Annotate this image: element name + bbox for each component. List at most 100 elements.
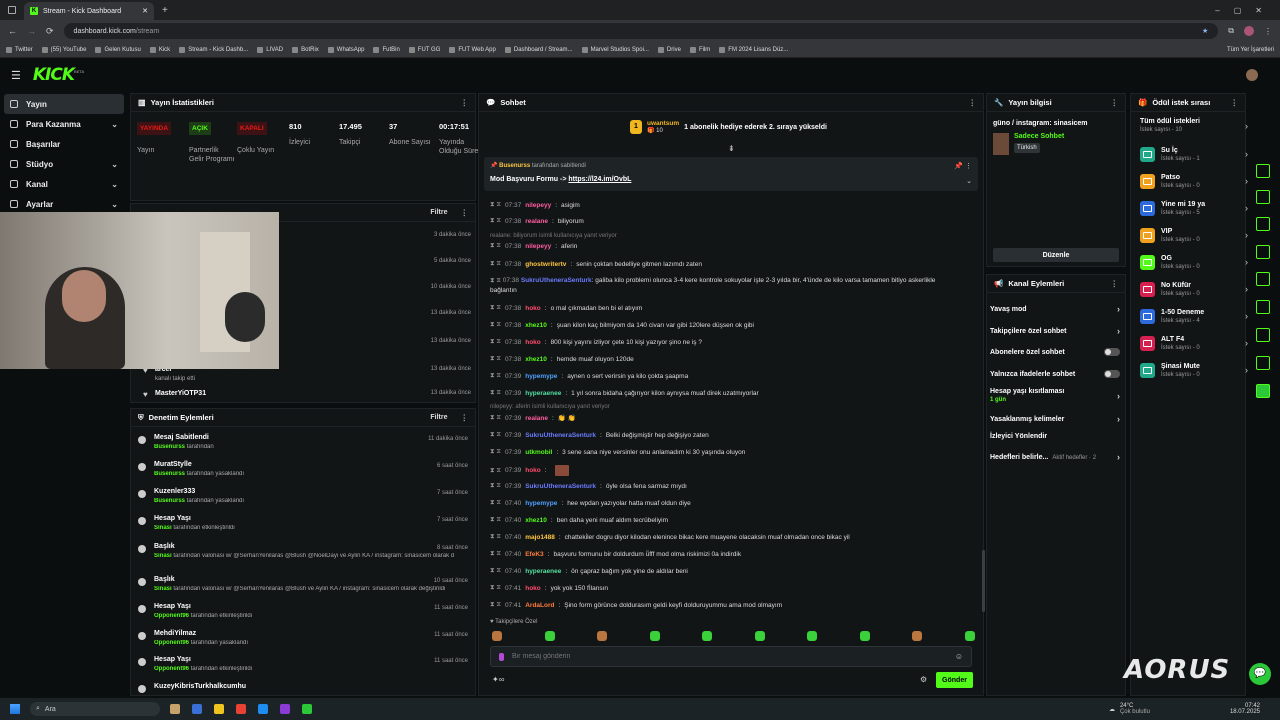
chat-menu-icon[interactable]: ⋮ <box>969 98 977 107</box>
message-username[interactable]: xhez10 <box>525 517 547 524</box>
mod-action-icons[interactable]: ⧗ ⧖ <box>490 533 501 541</box>
channel-action-item[interactable]: Yasaklanmış kelimeler › <box>990 414 1120 424</box>
mod-action-icons[interactable]: ⧗ ⧖ <box>490 584 501 592</box>
taskbar-app-icon[interactable] <box>302 704 312 714</box>
sidebar-item[interactable]: Kanal ⌄ <box>0 174 128 194</box>
taskbar-search[interactable]: ⌕ Ara <box>30 702 160 716</box>
mod-event-user[interactable]: Sinasi <box>154 525 172 531</box>
toolbar-tool-icon[interactable] <box>1256 356 1270 370</box>
mod-event-user[interactable]: Sinasi <box>154 586 172 592</box>
bookmark-item[interactable]: FM 2024 Lisans Düz... <box>719 46 788 53</box>
taskbar-app-icon[interactable] <box>192 704 202 714</box>
mod-event-user[interactable]: Busenurss <box>154 498 185 504</box>
channel-action-item[interactable]: Hesap yaşı kısıtlaması 1 gün › <box>990 388 1120 403</box>
sidebar-item[interactable]: Stüdyo ⌄ <box>0 154 128 174</box>
chat-settings-icon[interactable]: ⚙ <box>920 675 927 684</box>
bookmark-item[interactable]: FUT Web App <box>449 46 496 53</box>
taskbar-app-icon[interactable] <box>236 704 246 714</box>
toolbar-tool-icon[interactable] <box>1256 164 1270 178</box>
profile-avatar[interactable] <box>1244 26 1254 36</box>
mod-action-icons[interactable]: ⧗ ⧖ <box>490 201 501 209</box>
toolbar-tool-icon[interactable] <box>1256 300 1270 314</box>
reward-item[interactable]: OG İstek sayısı - 0 › <box>1140 250 1248 274</box>
emote-button[interactable] <box>492 631 502 641</box>
activity-menu-icon[interactable]: ⋮ <box>461 208 469 217</box>
message-username[interactable]: SukruUtheneraSenturk <box>521 277 592 284</box>
pinned-link[interactable]: https://l24.im/OvbL <box>568 176 631 183</box>
windows-start-icon[interactable] <box>10 704 20 714</box>
send-button[interactable]: Gönder <box>936 672 973 688</box>
bookmark-item[interactable]: Drive <box>657 46 681 53</box>
expand-pinned-icon[interactable]: ⌄ <box>966 177 972 185</box>
bookmark-item[interactable]: BotRix <box>292 46 319 53</box>
clock[interactable]: 07:42 18.07.2025 <box>1230 703 1260 715</box>
tab-search-icon[interactable] <box>8 6 16 14</box>
toolbar-tool-icon[interactable] <box>1256 217 1270 231</box>
message-username[interactable]: SukruUtheneraSenturk <box>525 432 596 439</box>
message-username[interactable]: hyperaenee <box>525 568 561 575</box>
mod-action-icons[interactable]: ⧗ ⧖ <box>490 217 501 225</box>
bookmark-item[interactable]: Kick <box>149 46 170 53</box>
message-username[interactable]: SukruUtheneraSenturk <box>525 483 596 490</box>
mod-action-icons[interactable]: ⧗ ⧖ <box>490 431 501 439</box>
toolbar-tool-icon[interactable] <box>1256 384 1270 398</box>
bookmark-item[interactable]: FutBin <box>373 46 400 53</box>
reward-item[interactable]: ALT F4 İstek sayısı - 0 › <box>1140 331 1248 355</box>
mod-action-icons[interactable]: ⧗ ⧖ <box>490 372 501 380</box>
message-username[interactable]: utkmobil <box>525 449 552 456</box>
mic-icon[interactable] <box>499 652 504 661</box>
taskbar-app-icon[interactable] <box>170 704 180 714</box>
taskbar-app-icon[interactable] <box>258 704 268 714</box>
message-username[interactable]: ghostwritertv <box>525 261 566 268</box>
mod-event-user[interactable]: Opponent96 <box>154 640 189 646</box>
mod-action-icons[interactable]: ⧗ ⧖ <box>490 260 501 268</box>
mod-event-user[interactable]: Busenurss <box>154 471 185 477</box>
window-controls[interactable]: –▢✕ <box>1215 6 1280 15</box>
emote-button[interactable] <box>754 631 765 641</box>
bookmark-item[interactable]: (55) YouTube <box>41 46 86 53</box>
message-username[interactable]: hoko <box>525 305 541 312</box>
mod-action-icons[interactable]: ⧗ ⧖ <box>490 242 501 250</box>
back-icon[interactable]: ← <box>8 26 17 36</box>
mod-action-icons[interactable]: ⧗ ⧖ <box>490 467 501 475</box>
mod-action-icons[interactable]: ⧗ ⧖ <box>490 338 501 346</box>
mod-menu-icon[interactable]: ⋮ <box>461 413 469 422</box>
channel-action-item[interactable]: Yalnızca ifadelerle sohbet <box>990 370 1120 378</box>
sidebar-item[interactable]: Ayarlar ⌄ <box>0 194 128 214</box>
channel-action-item[interactable]: Yavaş mod › <box>990 304 1120 314</box>
browser-menu-icon[interactable]: ⋮ <box>1264 27 1272 36</box>
emote-button[interactable] <box>597 631 607 641</box>
taskbar-app-icon[interactable] <box>214 704 224 714</box>
bookmark-item[interactable]: Film <box>689 46 710 53</box>
toolbar-tool-icon[interactable] <box>1256 190 1270 204</box>
message-username[interactable]: realane <box>525 218 548 225</box>
message-username[interactable]: ArdaLord <box>525 602 554 609</box>
bookmark-item[interactable]: Stream - Kick Dashb... <box>179 46 248 53</box>
toolbar-tool-icon[interactable] <box>1256 272 1270 286</box>
mod-event-user[interactable]: Busenurss <box>154 444 185 450</box>
emote-button[interactable] <box>964 631 975 641</box>
bookmark-item[interactable]: WhatsApp <box>327 46 364 53</box>
sidebar-item[interactable]: Başarılar <box>0 134 128 154</box>
message-username[interactable]: nilepeyy <box>525 202 551 209</box>
mod-action-icons[interactable]: ⧗ ⧖ <box>490 304 501 312</box>
browser-tab[interactable]: K Stream - Kick Dashboard ✕ <box>24 2 154 20</box>
message-username[interactable]: nilepeyy <box>525 243 551 250</box>
reward-item[interactable]: No Küfür İstek sayısı - 0 › <box>1140 277 1248 301</box>
bookmark-item[interactable]: Twitter <box>6 46 33 53</box>
new-tab-icon[interactable]: + <box>162 5 168 16</box>
chat-scrollbar[interactable] <box>982 550 985 612</box>
taskbar-app-icon[interactable] <box>280 704 290 714</box>
chat-tools-icon[interactable]: ✦∞ <box>492 675 504 684</box>
info-menu-icon[interactable]: ⋮ <box>1111 98 1119 107</box>
reward-item[interactable]: Patso İstek sayısı - 0 › <box>1140 169 1248 193</box>
emote-button[interactable] <box>702 631 712 641</box>
channel-action-item[interactable]: Hedefleri belirle... Aktif hedefler · 2 › <box>990 452 1120 462</box>
emote-button[interactable] <box>649 631 660 641</box>
chat-bubble-icon[interactable]: 💬 <box>1249 663 1271 685</box>
message-username[interactable]: hypemype <box>525 373 557 380</box>
toolbar-tool-icon[interactable] <box>1256 99 1270 113</box>
collapse-icon[interactable]: ⇟ <box>728 144 735 153</box>
url-field[interactable]: dashboard.kick.com/stream ★ <box>63 23 1219 39</box>
bookmark-item[interactable]: Gelen Kutusu <box>95 46 141 53</box>
